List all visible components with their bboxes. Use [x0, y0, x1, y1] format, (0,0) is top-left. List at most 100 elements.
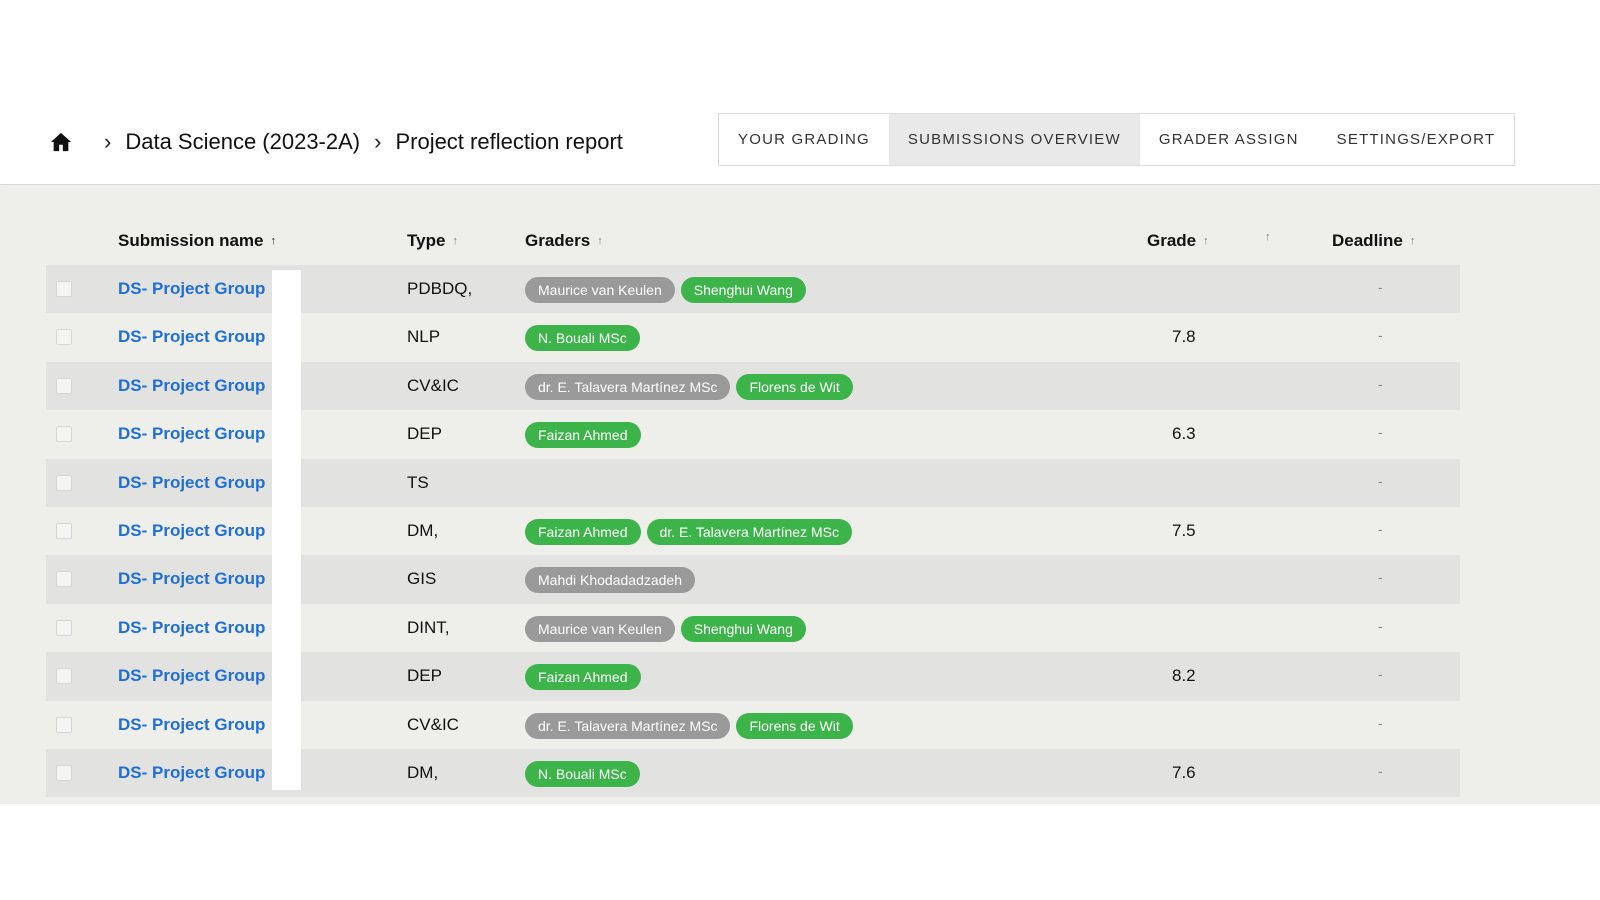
chevron-right-icon: › [374, 129, 382, 154]
row-checkbox[interactable] [56, 474, 72, 491]
sort-arrow-icon: ↑ [597, 235, 603, 247]
graders-cell: Maurice van Keulen Shenghui Wang [525, 277, 806, 303]
graders-cell: N. Bouali MSc [525, 325, 640, 352]
graders-cell: Faizan Ahmed dr. E. Talavera Martínez MSc [525, 518, 852, 545]
submission-name-link[interactable]: DS- Project Group [118, 763, 265, 783]
row-checkbox[interactable] [56, 522, 72, 539]
deadline-value: - [1378, 714, 1383, 731]
grader-pill[interactable]: N. Bouali MSc [525, 760, 640, 787]
submission-type: DM, [407, 520, 439, 540]
submission-name-link[interactable]: DS- Project Group [118, 473, 265, 493]
column-header-type[interactable]: Type ↑ [407, 231, 458, 251]
submission-name-link[interactable]: DS- Project Group [118, 666, 265, 686]
grade-value: 7.8 [1172, 327, 1196, 347]
submission-type: PDBDQ, [407, 279, 473, 298]
grader-pill[interactable]: Florens de Wit [736, 712, 853, 739]
grader-pill[interactable]: Shenghui Wang [680, 615, 806, 642]
table-row: DS- Project Group DEP Faizan Ahmed 8.2 - [46, 652, 1460, 701]
submission-name-link[interactable]: DS- Project Group [118, 424, 265, 444]
submissions-panel: Submission name ↑ Type ↑ Graders ↑ Grade… [0, 186, 1600, 804]
row-checkbox[interactable] [56, 377, 72, 394]
deadline-value: - [1378, 762, 1383, 779]
submission-type: NLP [407, 327, 441, 347]
tab-bar: YOUR GRADING SUBMISSIONS OVERVIEW GRADER… [718, 113, 1516, 166]
tab-submissions-overview[interactable]: SUBMISSIONS OVERVIEW [888, 114, 1140, 165]
sort-arrow-icon: ↑ [1203, 235, 1209, 247]
table-row: DS- Project Group TS - [46, 458, 1460, 507]
grader-pill[interactable]: Mahdi Khodadadzadeh [525, 567, 696, 594]
breadcrumb: › Data Science (2023-2A) › Project refle… [50, 126, 623, 158]
submission-name-link[interactable]: DS- Project Group [118, 569, 265, 589]
column-header-deadline[interactable]: Deadline ↑ [1332, 231, 1415, 251]
deadline-value: - [1378, 520, 1383, 537]
submission-name-link[interactable]: DS- Project Group [118, 279, 265, 299]
table-row: DS- Project Group DINT, Maurice van Keulen… [46, 604, 1460, 652]
row-checkbox[interactable] [56, 764, 72, 781]
table-row: DS- Project Group CV&IC dr. E. Talavera Ma… [46, 701, 1460, 749]
grader-pill[interactable]: dr. E. Talavera Martínez MSc [525, 373, 731, 400]
grader-pill[interactable]: Florens de Wit [736, 373, 853, 400]
breadcrumb-course[interactable]: Data Science (2023-2A) [125, 129, 360, 155]
submission-type: DEP [407, 666, 442, 686]
graders-cell: Faizan Ahmed [525, 422, 641, 449]
grader-pill[interactable]: Faizan Ahmed [525, 518, 641, 545]
deadline-value: - [1378, 375, 1383, 392]
table-row: DS- Project Group NLP N. Bouali MSc 7.8 - [46, 313, 1460, 361]
row-checkbox[interactable] [56, 426, 72, 443]
grader-pill[interactable]: Faizan Ahmed [525, 422, 641, 449]
row-checkbox[interactable] [56, 571, 72, 588]
submission-type: TS [407, 472, 429, 492]
submission-type: DINT, [407, 617, 450, 637]
table-row: DS- Project Group PDBDQ, Maurice van Keule… [46, 265, 1460, 314]
home-icon[interactable] [50, 131, 72, 153]
grader-pill[interactable]: dr. E. Talavera Martínez MSc [646, 518, 852, 545]
table-row: DS- Project Group DM, Faizan Ahmed dr. E. T… [46, 507, 1460, 555]
table-row: DS- Project Group CV&IC dr. E. Talavera Ma… [46, 361, 1460, 411]
tab-settings-export[interactable]: SETTINGS/EXPORT [1318, 114, 1515, 165]
grade-value: 7.6 [1172, 762, 1196, 782]
submissions-table: DS- Project Group PDBDQ, Maurice van Keule… [46, 265, 1460, 798]
column-header-name[interactable]: Submission name ↑ [118, 231, 276, 251]
grade-value: 8.2 [1172, 666, 1196, 686]
submission-type: DM, [407, 762, 439, 782]
submission-name-link[interactable]: DS- Project Group [118, 327, 265, 347]
row-checkbox[interactable] [56, 668, 72, 685]
submission-name-link[interactable]: DS- Project Group [118, 521, 265, 541]
submission-type: CV&IC [407, 714, 459, 734]
top-bar: › Data Science (2023-2A) › Project refle… [0, 0, 1600, 185]
grader-pill[interactable]: dr. E. Talavera Martínez MSc [525, 712, 731, 739]
grader-pill[interactable]: Maurice van Keulen [525, 615, 675, 642]
column-header-grade[interactable]: Grade ↑ [1147, 231, 1209, 251]
graders-cell: N. Bouali MSc [525, 760, 640, 787]
table-row: DS- Project Group DM, N. Bouali MSc 7.6 - [46, 748, 1460, 798]
redaction-block [272, 270, 301, 790]
graders-cell: dr. E. Talavera Martínez MSc Florens de W… [525, 712, 853, 739]
deadline-value: - [1378, 424, 1383, 441]
submission-type: DEP [407, 424, 442, 444]
submission-type: CV&IC [407, 375, 459, 395]
graders-cell: Faizan Ahmed [525, 664, 641, 691]
graders-cell: dr. E. Talavera Martínez MSc Florens de W… [525, 373, 853, 400]
column-header-graders[interactable]: Graders ↑ [525, 231, 603, 251]
grader-pill[interactable]: Shenghui Wang [680, 277, 806, 303]
tab-your-grading[interactable]: YOUR GRADING [719, 114, 889, 165]
row-checkbox[interactable] [56, 619, 72, 636]
deadline-value: - [1378, 569, 1383, 586]
breadcrumb-assignment[interactable]: Project reflection report [395, 129, 622, 155]
row-checkbox[interactable] [56, 329, 72, 346]
grader-pill[interactable]: Maurice van Keulen [525, 277, 675, 303]
sort-arrow-icon: ↑ [452, 235, 458, 247]
grader-pill[interactable]: Faizan Ahmed [525, 664, 641, 691]
row-checkbox[interactable] [56, 281, 72, 297]
grade-value: 6.3 [1172, 424, 1196, 444]
graders-cell: Mahdi Khodadadzadeh [525, 567, 696, 594]
deadline-value: - [1378, 472, 1383, 489]
row-checkbox[interactable] [56, 716, 72, 733]
submission-name-link[interactable]: DS- Project Group [118, 618, 265, 638]
column-header-unlabeled[interactable]: ↑ [1258, 231, 1271, 243]
page-footer-area [0, 804, 1600, 900]
tab-grader-assign[interactable]: GRADER ASSIGN [1140, 114, 1318, 165]
grader-pill[interactable]: N. Bouali MSc [525, 325, 640, 352]
submission-name-link[interactable]: DS- Project Group [118, 376, 265, 396]
submission-name-link[interactable]: DS- Project Group [118, 715, 265, 735]
